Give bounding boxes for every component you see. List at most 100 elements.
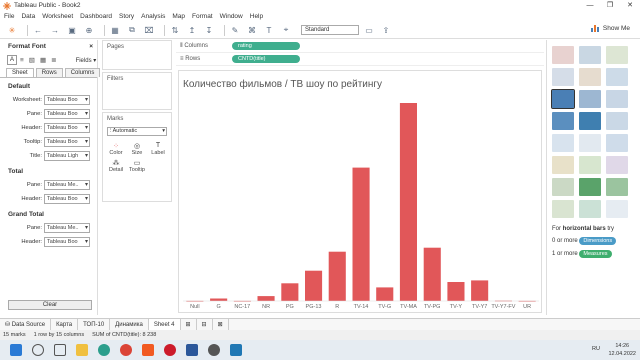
chart-type-thumbnail[interactable]: [579, 90, 601, 108]
chart-view[interactable]: Количество фильмов / ТВ шоу по рейтингу …: [178, 70, 542, 313]
borders-icon[interactable]: ▦: [40, 56, 46, 64]
color-button[interactable]: ⁘ Color: [107, 142, 125, 156]
chart-type-thumbnail[interactable]: [606, 112, 628, 130]
mark-type-select[interactable]: ⫶ Automatic: [107, 127, 167, 136]
close-button[interactable]: ✕: [620, 0, 640, 11]
detail-button[interactable]: ⁂ Detail: [107, 159, 125, 173]
bar-g[interactable]: [210, 298, 228, 302]
show-me-button[interactable]: Show Me: [590, 24, 630, 32]
chart-type-thumbnail[interactable]: [552, 200, 574, 218]
tooltip-button[interactable]: ▭ Tooltip: [128, 159, 146, 173]
chart-type-thumbnail[interactable]: [606, 46, 628, 64]
menu-worksheet[interactable]: Worksheet: [42, 13, 73, 20]
font-select-title[interactable]: Tableau Ligh: [44, 151, 90, 161]
chart-type-thumbnail[interactable]: [579, 134, 601, 152]
font-select-grand-pane[interactable]: Tableau Me..: [44, 223, 90, 233]
rows-pill[interactable]: CNTD(title): [232, 55, 300, 63]
filters-card[interactable]: Filters: [102, 72, 172, 110]
font-select-header[interactable]: Tableau Boo: [44, 123, 90, 133]
bar-tv-ma[interactable]: [399, 103, 417, 301]
tableau-icon[interactable]: ✳: [6, 25, 18, 35]
tab-sheet[interactable]: Sheet: [6, 68, 34, 77]
menu-window[interactable]: Window: [220, 13, 243, 20]
new-worksheet-icon[interactable]: ⊞: [181, 318, 197, 331]
menu-format[interactable]: Format: [192, 13, 213, 20]
duplicate-sheet-icon[interactable]: ⧉: [126, 25, 138, 35]
menu-data[interactable]: Data: [21, 13, 35, 20]
presentation-icon[interactable]: ▭: [363, 25, 375, 35]
sort-asc-icon[interactable]: ↥: [186, 25, 198, 35]
highlight-icon[interactable]: ✎: [229, 25, 241, 35]
labels-icon[interactable]: T: [263, 25, 275, 35]
shading-icon[interactable]: ▧: [29, 56, 35, 64]
clear-button[interactable]: Clear: [8, 300, 92, 310]
chart-type-thumbnail[interactable]: [552, 112, 574, 130]
new-sheet-icon[interactable]: ▦: [109, 25, 121, 35]
bar-tv-pg[interactable]: [423, 247, 441, 301]
app-icon[interactable]: [208, 344, 220, 356]
fields-dropdown[interactable]: Fields ▾: [76, 57, 97, 64]
chart-type-thumbnail[interactable]: [579, 46, 601, 64]
bar-r[interactable]: [328, 251, 346, 301]
font-select-total-header[interactable]: Tableau Boo: [44, 194, 90, 204]
tab-rows[interactable]: Rows: [35, 68, 63, 77]
pages-card[interactable]: Pages: [102, 40, 172, 70]
font-format-icon[interactable]: A: [7, 55, 17, 65]
chart-type-thumbnail[interactable]: [551, 89, 575, 109]
sheet-tab-dinamika[interactable]: Динамика: [110, 318, 149, 331]
windows-start-icon[interactable]: [10, 344, 22, 356]
font-select-total-pane[interactable]: Tableau Me..: [44, 180, 90, 190]
tab-columns[interactable]: Columns: [64, 68, 101, 77]
tableau-task-icon[interactable]: [230, 344, 242, 356]
close-panel-icon[interactable]: ×: [89, 43, 93, 50]
swap-icon[interactable]: ⇅: [169, 25, 181, 35]
share-icon[interactable]: ⇪: [380, 25, 392, 35]
clock[interactable]: 14:26 12.04.2022: [608, 342, 636, 358]
brave-icon[interactable]: [142, 344, 154, 356]
group-icon[interactable]: ⌘: [246, 25, 258, 35]
menu-help[interactable]: Help: [250, 13, 263, 20]
columns-shelf[interactable]: ⦀ Columns rating: [176, 40, 544, 53]
language-indicator[interactable]: RU: [592, 346, 600, 352]
new-dashboard-icon[interactable]: ⊟: [197, 318, 213, 331]
font-select-grand-header[interactable]: Tableau Boo: [44, 237, 90, 247]
save-icon[interactable]: ▣: [66, 25, 78, 35]
chart-type-thumbnail[interactable]: [606, 134, 628, 152]
sheet-tab-sheet4[interactable]: Sheet 4: [148, 318, 181, 331]
chart-type-thumbnail[interactable]: [579, 156, 601, 174]
alignment-icon[interactable]: ≡: [20, 57, 24, 64]
columns-pill[interactable]: rating: [232, 42, 300, 50]
font-select-tooltip[interactable]: Tableau Boo: [44, 137, 90, 147]
sheet-tab-top10[interactable]: ТОП-10: [78, 318, 111, 331]
menu-map[interactable]: Map: [172, 13, 185, 20]
chart-type-thumbnail[interactable]: [579, 68, 601, 86]
new-datasource-icon[interactable]: ⊕: [83, 25, 95, 35]
chart-type-thumbnail[interactable]: [552, 68, 574, 86]
redo-icon[interactable]: →: [49, 25, 61, 35]
chart-type-thumbnail[interactable]: [552, 134, 574, 152]
bar-tv-14[interactable]: [352, 167, 370, 301]
new-story-icon[interactable]: ⊠: [213, 318, 229, 331]
clear-sheet-icon[interactable]: ⌧: [143, 25, 155, 35]
chart-type-thumbnail[interactable]: [579, 112, 601, 130]
chart-type-thumbnail[interactable]: [606, 68, 628, 86]
lines-icon[interactable]: ≣: [51, 56, 56, 64]
label-button[interactable]: T Label: [149, 142, 167, 156]
pin-icon[interactable]: ⌖: [280, 25, 292, 35]
word-icon[interactable]: [186, 344, 198, 356]
edge-icon[interactable]: [98, 344, 110, 356]
menu-analysis[interactable]: Analysis: [141, 13, 165, 20]
chart-type-thumbnail[interactable]: [606, 90, 628, 108]
bar-pg[interactable]: [281, 283, 299, 301]
chart-type-thumbnail[interactable]: [552, 46, 574, 64]
opera-icon[interactable]: [164, 344, 176, 356]
maximize-button[interactable]: ❐: [600, 0, 620, 11]
bar-pg-13[interactable]: [305, 270, 323, 301]
size-button[interactable]: ◎ Size: [128, 142, 146, 156]
chart-type-thumbnail[interactable]: [552, 178, 574, 196]
chart-type-thumbnail[interactable]: [579, 200, 601, 218]
menu-dashboard[interactable]: Dashboard: [80, 13, 112, 20]
fit-select[interactable]: Standard: [301, 25, 359, 35]
menu-story[interactable]: Story: [119, 13, 134, 20]
font-select-worksheet[interactable]: Tableau Boo: [44, 95, 90, 105]
